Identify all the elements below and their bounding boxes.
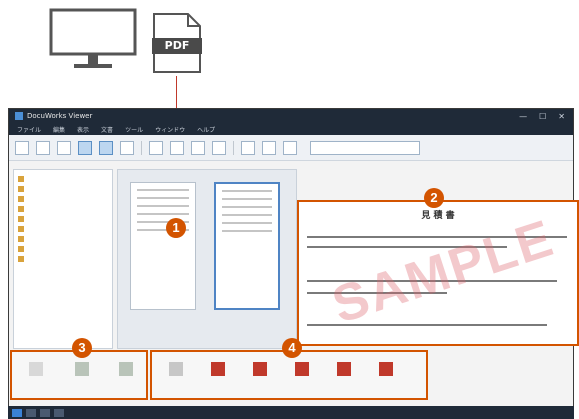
status-bar [8, 406, 574, 419]
ribbon-button[interactable] [22, 362, 50, 392]
document-thumbnail-selected[interactable] [214, 182, 280, 310]
ribbon-button[interactable] [112, 362, 140, 392]
document-preview: 見 積 書 SAMPLE [297, 200, 579, 346]
toolbar-button[interactable] [283, 140, 297, 155]
status-button[interactable] [26, 408, 36, 417]
tree-item[interactable] [18, 174, 108, 184]
toolbar-button[interactable] [57, 140, 71, 155]
toolbar-button[interactable] [99, 140, 113, 155]
pdf-file-icon: PDF [152, 12, 202, 74]
toolbar-button[interactable] [212, 140, 226, 155]
folder-icon [18, 186, 24, 192]
tree-item[interactable] [18, 214, 108, 224]
close-icon[interactable]: ✕ [558, 112, 565, 121]
menu-item[interactable]: ツール [125, 125, 143, 134]
toolbar-separator [141, 140, 142, 155]
document-thumbnails-area [117, 169, 297, 349]
tree-item[interactable] [18, 244, 108, 254]
monitor-icon [49, 8, 137, 68]
menu-item[interactable]: ウィンドウ [155, 125, 185, 134]
status-button[interactable] [40, 408, 50, 417]
tree-item[interactable] [18, 224, 108, 234]
tree-item[interactable] [18, 184, 108, 194]
maximize-icon[interactable]: ☐ [539, 112, 546, 121]
toolbar-button[interactable] [15, 140, 29, 155]
toolbar-button[interactable] [36, 140, 50, 155]
ribbon-button[interactable] [68, 362, 96, 392]
menu-item[interactable]: ファイル [17, 125, 41, 134]
toolbar-separator [233, 140, 234, 155]
menu-bar: ファイル 編集 表示 文書 ツール ウィンドウ ヘルプ [9, 123, 573, 135]
toolbar-button[interactable] [78, 140, 92, 155]
ribbon-button[interactable] [204, 362, 232, 392]
toolbar-button[interactable] [262, 140, 276, 155]
search-input[interactable] [310, 140, 420, 155]
ribbon-button[interactable] [288, 362, 316, 392]
callout-badge-1: 1 [166, 218, 186, 238]
folder-icon [18, 256, 24, 262]
folder-icon [18, 246, 24, 252]
folder-icon [18, 176, 24, 182]
ribbon-button[interactable] [372, 362, 400, 392]
sample-watermark: SAMPLE [325, 209, 562, 335]
tree-item[interactable] [18, 204, 108, 214]
folder-icon [18, 226, 24, 232]
menu-item[interactable]: 表示 [77, 125, 89, 134]
pdf-label: PDF [152, 38, 202, 54]
status-button[interactable] [12, 408, 22, 417]
folder-icon [18, 206, 24, 212]
toolbar-button[interactable] [149, 140, 163, 155]
folder-tree-panel [13, 169, 113, 349]
app-icon [15, 112, 23, 120]
callout-badge-2: 2 [424, 188, 444, 208]
document-thumbnail[interactable] [130, 182, 196, 310]
tree-item[interactable] [18, 194, 108, 204]
zoom-icon[interactable] [120, 140, 134, 155]
ribbon-button[interactable] [162, 362, 190, 392]
callout-badge-3: 3 [72, 338, 92, 358]
menu-item[interactable]: 編集 [53, 125, 65, 134]
folder-icon [18, 236, 24, 242]
folder-icon [18, 196, 24, 202]
toolbar [9, 135, 573, 161]
menu-item[interactable]: ヘルプ [197, 125, 215, 134]
callout-badge-4: 4 [282, 338, 302, 358]
titlebar: DocuWorks Viewer — ☐ ✕ [9, 109, 573, 123]
menu-item[interactable]: 文書 [101, 125, 113, 134]
toolbar-button[interactable] [241, 140, 255, 155]
folder-icon [18, 216, 24, 222]
ribbon-button[interactable] [246, 362, 274, 392]
tree-item[interactable] [18, 254, 108, 264]
ribbon-button[interactable] [330, 362, 358, 392]
status-button[interactable] [54, 408, 64, 417]
minimize-icon[interactable]: — [519, 112, 527, 121]
page: PDF DocuWorks Viewer — ☐ ✕ ファイル 編集 表示 文書… [0, 0, 579, 419]
tree-item[interactable] [18, 234, 108, 244]
toolbar-button[interactable] [191, 140, 205, 155]
toolbar-button[interactable] [170, 140, 184, 155]
window-title: DocuWorks Viewer [27, 112, 93, 120]
